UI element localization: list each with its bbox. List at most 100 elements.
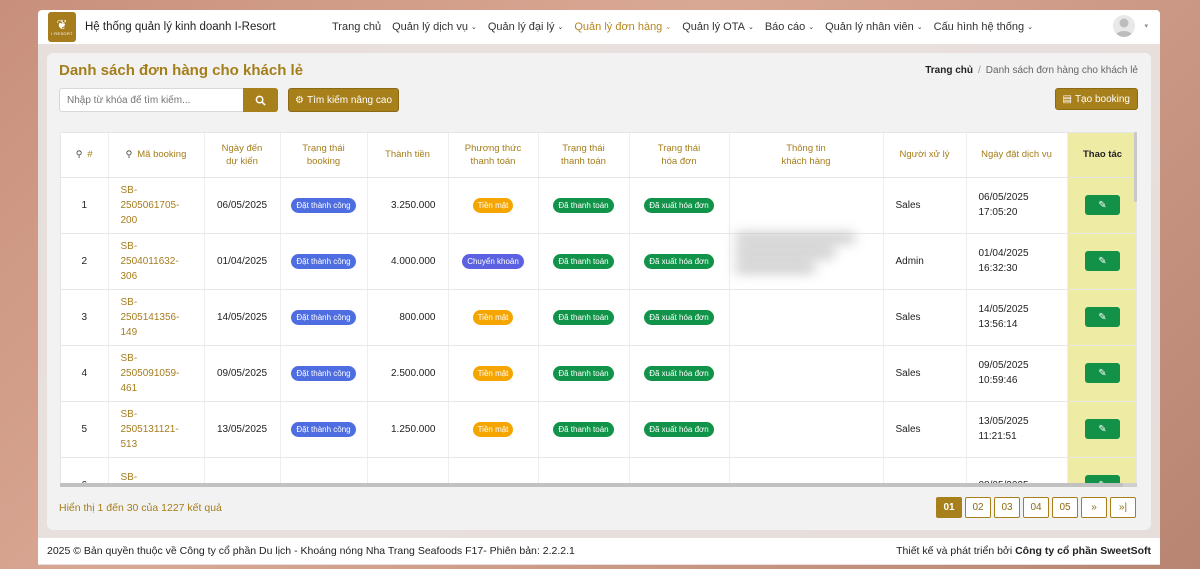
cell-payment-status: Đã thanh toán [538, 289, 630, 346]
nav-item-label: Báo cáo [764, 21, 806, 33]
user-avatar[interactable] [1113, 15, 1135, 37]
table-row[interactable]: 5 SB- 2505131121- 513 13/05/2025 Đặt thành… [61, 401, 1136, 458]
cell-service-date: 14/05/2025 13:56:14 [966, 289, 1068, 346]
cell-booking-code[interactable]: SB- 2504011632- 306 [108, 233, 205, 290]
create-booking-label: Tạo booking [1074, 93, 1130, 105]
payment-method-badge: Tiền mặt [472, 365, 514, 381]
bookings-table-container[interactable]: ⚲ # ⚲ Mã booking Ngày đến dự kiến Trạng thá… [60, 132, 1137, 484]
payment-status-badge: Đã thanh toán [553, 197, 614, 213]
cell-invoice-status: Đã xuất hóa đơn [629, 289, 730, 346]
chevron-down-icon[interactable]: ▾ [1144, 22, 1148, 30]
advanced-search-label: Tìm kiếm nâng cao [306, 94, 393, 106]
cell-amount: 3.250.000 [367, 177, 449, 234]
document-icon: ▤ [1062, 93, 1072, 105]
column-header-payment-method[interactable]: Phương thức thanh toán [448, 133, 539, 178]
app-title: Hệ thống quản lý kinh doanh I-Resort [85, 21, 276, 33]
customer-info-redacted [735, 228, 870, 288]
cell-index: 2 [61, 233, 109, 290]
cell-payment-method: Tiền mặt [448, 289, 539, 346]
nav-item-7[interactable]: Cấu hình hệ thống ⌄ [934, 21, 1033, 33]
page-button-05[interactable]: 05 [1052, 497, 1078, 518]
page-next-button[interactable]: » [1081, 497, 1107, 518]
cell-booking-code[interactable]: SB- 2505061705- 200 [108, 177, 205, 234]
search-input[interactable] [59, 88, 243, 112]
page-button-04[interactable]: 04 [1023, 497, 1049, 518]
nav-item-2[interactable]: Quản lý đại lý ⌄ [488, 21, 564, 33]
user-icon [1115, 18, 1133, 37]
edit-button[interactable]: ✎ [1085, 419, 1120, 439]
column-header-booking-status[interactable]: Trạng thái booking [280, 133, 368, 178]
vertical-scrollbar[interactable] [1134, 132, 1137, 202]
edit-icon: ✎ [1098, 311, 1107, 323]
edit-button[interactable]: ✎ [1085, 363, 1120, 383]
breadcrumb-separator: / [978, 65, 981, 76]
horizontal-scrollbar[interactable] [60, 483, 1137, 487]
column-header-service-date[interactable]: Ngày đặt dịch vụ [966, 133, 1068, 178]
cell-amount: 800.000 [367, 289, 449, 346]
create-booking-button[interactable]: ▤ Tạo booking [1054, 88, 1138, 110]
nav-item-4[interactable]: Quản lý OTA ⌄ [682, 21, 754, 33]
cell-booking-status: Đặt thành công [280, 401, 368, 458]
column-header-amount[interactable]: Thành tiền [367, 133, 449, 178]
page-button-03[interactable]: 03 [994, 497, 1020, 518]
column-header-code[interactable]: ⚲ Mã booking [108, 133, 205, 178]
payment-method-badge: Chuyển khoản [462, 253, 524, 269]
table-row[interactable]: 4 SB- 2505091059- 461 09/05/2025 Đặt thành… [61, 345, 1136, 402]
column-header-invoice-status[interactable]: Trạng thái hóa đơn [629, 133, 730, 178]
edit-button[interactable]: ✎ [1085, 307, 1120, 327]
cell-payment-status: Đã thanh toán [538, 177, 630, 234]
search-icon [255, 95, 266, 106]
scrollbar-thumb[interactable] [60, 483, 1123, 487]
nav-item-1[interactable]: Quản lý dịch vụ ⌄ [392, 21, 477, 33]
breadcrumb-home[interactable]: Trang chủ [925, 65, 973, 76]
cell-booking-code[interactable]: SB- [108, 457, 205, 483]
main-card: Danh sách đơn hàng cho khách lẻ Trang ch… [47, 53, 1151, 530]
cell-payment-method [448, 457, 539, 483]
cell-invoice-status: Đã xuất hóa đơn [629, 401, 730, 458]
column-header-handler[interactable]: Người xử lý [883, 133, 967, 178]
nav-item-0[interactable]: Trang chủ [332, 21, 381, 33]
table-row[interactable]: 2 SB- 2504011632- 306 01/04/2025 Đặt thành… [61, 233, 1136, 290]
logo-brand-text: I·RESORT [51, 31, 73, 36]
invoice-status-badge: Đã xuất hóa đơn [644, 253, 714, 269]
edit-button[interactable]: ✎ [1085, 251, 1120, 271]
page-last-button[interactable]: »| [1110, 497, 1136, 518]
cell-index: 3 [61, 289, 109, 346]
column-header-index[interactable]: ⚲ # [61, 133, 109, 178]
cell-customer-info [729, 289, 884, 346]
cell-index: 4 [61, 345, 109, 402]
footer-company[interactable]: Công ty cổ phần SweetSoft [1015, 545, 1151, 557]
page-button-02[interactable]: 02 [965, 497, 991, 518]
edit-button[interactable]: ✎ [1085, 195, 1120, 215]
advanced-search-button[interactable]: ⚙ Tìm kiếm nâng cao [288, 88, 400, 112]
edit-icon: ✎ [1098, 199, 1107, 211]
search-button[interactable] [243, 88, 278, 112]
cell-booking-code[interactable]: SB- 2505141356- 149 [108, 289, 205, 346]
app-logo[interactable]: ❦ I·RESORT [48, 12, 76, 42]
table-row[interactable]: 6 SB- 08/05/2025 ✎ [61, 457, 1136, 483]
cell-arrival: 09/05/2025 [204, 345, 281, 402]
cell-booking-code[interactable]: SB- 2505131121- 513 [108, 401, 205, 458]
cell-arrival: 13/05/2025 [204, 401, 281, 458]
nav-item-6[interactable]: Quản lý nhân viên ⌄ [825, 21, 923, 33]
table-row[interactable]: 1 SB- 2505061705- 200 06/05/2025 Đặt thành… [61, 177, 1136, 234]
column-header-customer-info[interactable]: Thông tin khách hàng [729, 133, 884, 178]
cell-arrival [204, 457, 281, 483]
cell-amount: 4.000.000 [367, 233, 449, 290]
table-row[interactable]: 3 SB- 2505141356- 149 14/05/2025 Đặt thành… [61, 289, 1136, 346]
cell-payment-status: Đã thanh toán [538, 345, 630, 402]
cell-arrival: 06/05/2025 [204, 177, 281, 234]
cell-handler [883, 457, 967, 483]
edit-icon: ✎ [1098, 367, 1107, 379]
nav-item-3[interactable]: Quản lý đơn hàng ⌄ [574, 21, 671, 33]
page-button-01[interactable]: 01 [936, 497, 962, 518]
leaf-icon: ❦ [56, 17, 68, 32]
column-header-arrival[interactable]: Ngày đến dự kiến [204, 133, 281, 178]
cell-handler: Admin [883, 233, 967, 290]
booking-status-badge: Đặt thành công [291, 253, 356, 269]
pin-icon: ⚲ [75, 149, 83, 160]
column-header-payment-status[interactable]: Trạng thái thanh toán [538, 133, 630, 178]
cell-booking-code[interactable]: SB- 2505091059- 461 [108, 345, 205, 402]
pin-icon: ⚲ [125, 149, 133, 160]
nav-item-5[interactable]: Báo cáo ⌄ [765, 21, 814, 33]
